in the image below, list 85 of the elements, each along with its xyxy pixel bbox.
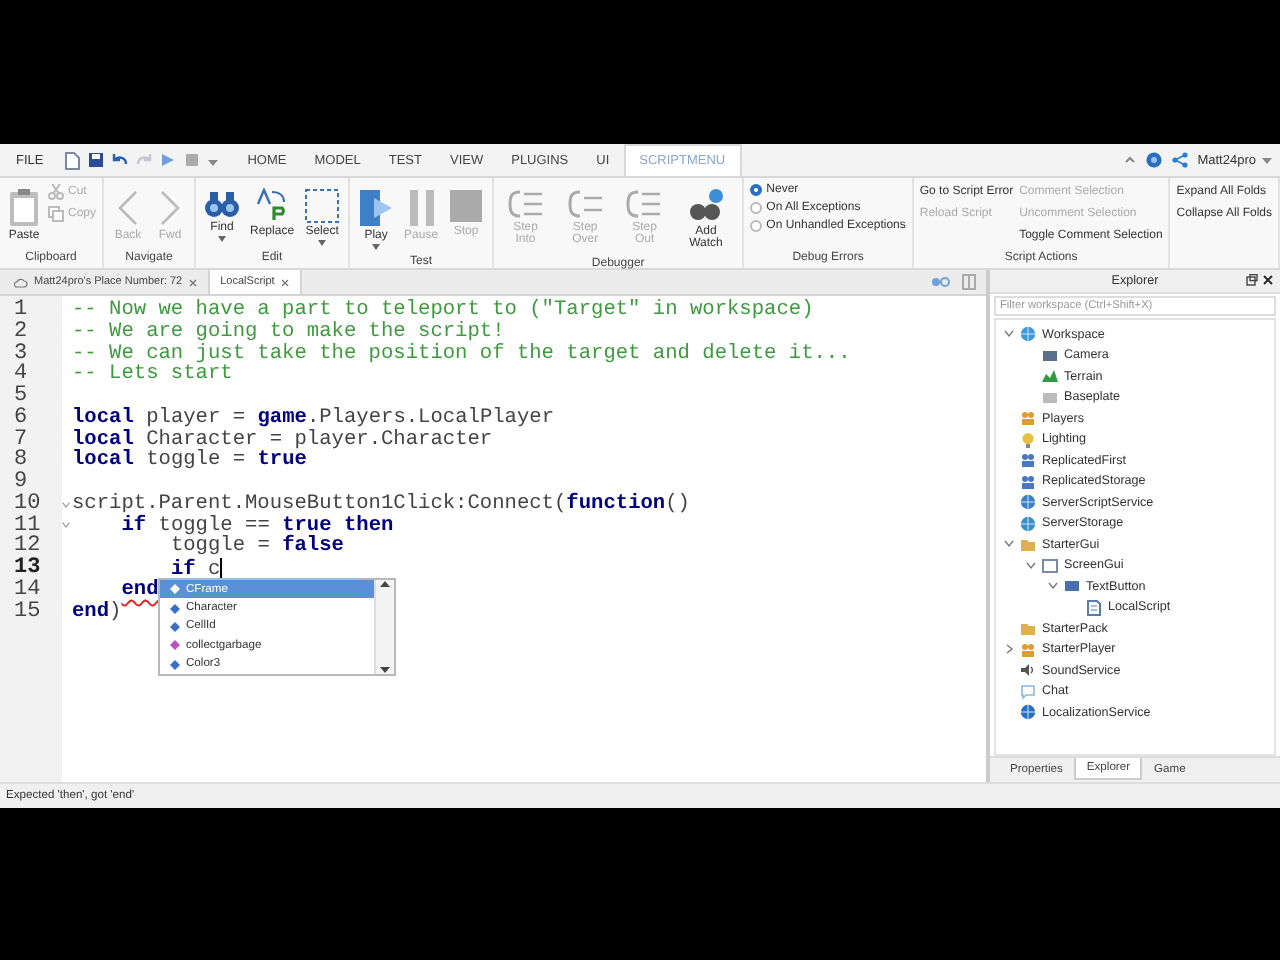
chevron-up-icon — [1123, 154, 1136, 166]
caret-icon — [1262, 155, 1272, 165]
code-line: script.Parent.MouseButton1Click:Connect(function() — [72, 491, 690, 516]
people-icon — [1020, 473, 1036, 490]
globe-icon — [1020, 326, 1036, 343]
close-icon — [1262, 274, 1274, 286]
code-line: toggle = false — [170, 534, 344, 559]
clipboard-icon — [8, 188, 40, 228]
code-line: local toggle = true — [72, 448, 307, 473]
people-icon — [1020, 410, 1036, 427]
code-line: end — [119, 577, 159, 602]
play-icon — [358, 188, 395, 228]
undo-icon — [111, 152, 128, 168]
step-into-icon — [507, 188, 544, 220]
line-number: 9 — [12, 472, 28, 494]
selection-icon — [304, 188, 341, 224]
speaker-icon — [1020, 662, 1036, 679]
line-number: 12 — [12, 536, 43, 558]
line-number: 6 — [12, 407, 30, 429]
code-line: -- Now we have a part to teleport to ("Target" in workspace) — [72, 298, 814, 322]
line-number: 13 — [12, 558, 43, 580]
code-line: end) — [72, 599, 122, 623]
code-line: -- We can just take the position of the target and delete it... — [72, 341, 851, 365]
globe-icon — [1020, 494, 1036, 511]
line-number: 15 — [12, 601, 43, 623]
folder-icon — [1020, 536, 1036, 553]
code-line: -- We are going to make the script! — [72, 319, 505, 344]
function-icon — [170, 640, 180, 651]
undock-icon — [1246, 274, 1258, 286]
globe-icon — [1020, 515, 1036, 532]
redo-icon — [135, 152, 152, 168]
code-line: local player = game.Players.LocalPlayer — [72, 405, 555, 430]
pause-icon — [405, 188, 438, 228]
line-number: 3 — [12, 343, 30, 365]
people-icon — [1020, 641, 1036, 658]
line-number: 11 — [12, 515, 43, 537]
new-file-icon — [63, 151, 80, 169]
scroll-down-icon — [380, 665, 390, 674]
replace-icon — [254, 188, 291, 224]
copy-icon — [48, 206, 64, 222]
stop-icon — [183, 152, 200, 168]
scissors-icon — [48, 184, 64, 200]
frame-icon — [1042, 557, 1058, 574]
line-number: 7 — [12, 429, 30, 451]
line-number: 14 — [12, 579, 43, 601]
close-icon — [280, 277, 291, 287]
chat-bubble-icon — [1020, 683, 1036, 700]
line-number: 2 — [12, 321, 30, 343]
line-number: 4 — [12, 364, 30, 386]
script-icon — [1086, 599, 1102, 616]
radio-button[interactable] — [750, 184, 763, 196]
tile-icon — [1064, 578, 1080, 595]
folder-icon — [1020, 620, 1036, 637]
code-line: if c — [168, 558, 221, 582]
code-line: -- Lets start — [72, 362, 233, 387]
line-number: 10 — [12, 493, 43, 515]
share-icon — [1171, 152, 1188, 168]
help-icon — [1145, 152, 1162, 168]
view-toggle-icon — [930, 276, 950, 288]
split-view-icon — [962, 274, 976, 290]
people-icon — [1020, 452, 1036, 469]
play-icon — [159, 152, 176, 168]
step-over-icon — [567, 188, 604, 220]
close-icon — [188, 277, 199, 287]
binoculars-icon — [204, 188, 241, 220]
line-number: 5 — [12, 386, 30, 408]
radio-button[interactable] — [750, 202, 763, 214]
save-icon — [87, 152, 104, 168]
property-icon — [170, 659, 180, 670]
scroll-up-icon — [380, 580, 390, 588]
code-line: local Character = player.Character — [72, 427, 493, 451]
code-line: if toggle == true then — [119, 513, 394, 537]
radio-button[interactable] — [750, 220, 763, 232]
line-number: 1 — [12, 300, 30, 322]
tile-icon — [1042, 389, 1058, 406]
watch-icon — [687, 188, 724, 224]
step-out-icon — [626, 188, 663, 220]
line-number: 8 — [12, 450, 30, 472]
cloud-icon — [14, 277, 28, 287]
lightbulb-icon — [1020, 431, 1036, 448]
globe-icon — [1020, 704, 1036, 721]
stop-icon — [448, 188, 485, 224]
tile-icon — [1042, 347, 1058, 364]
terrain-icon — [1042, 368, 1058, 385]
text-cursor — [220, 558, 223, 578]
